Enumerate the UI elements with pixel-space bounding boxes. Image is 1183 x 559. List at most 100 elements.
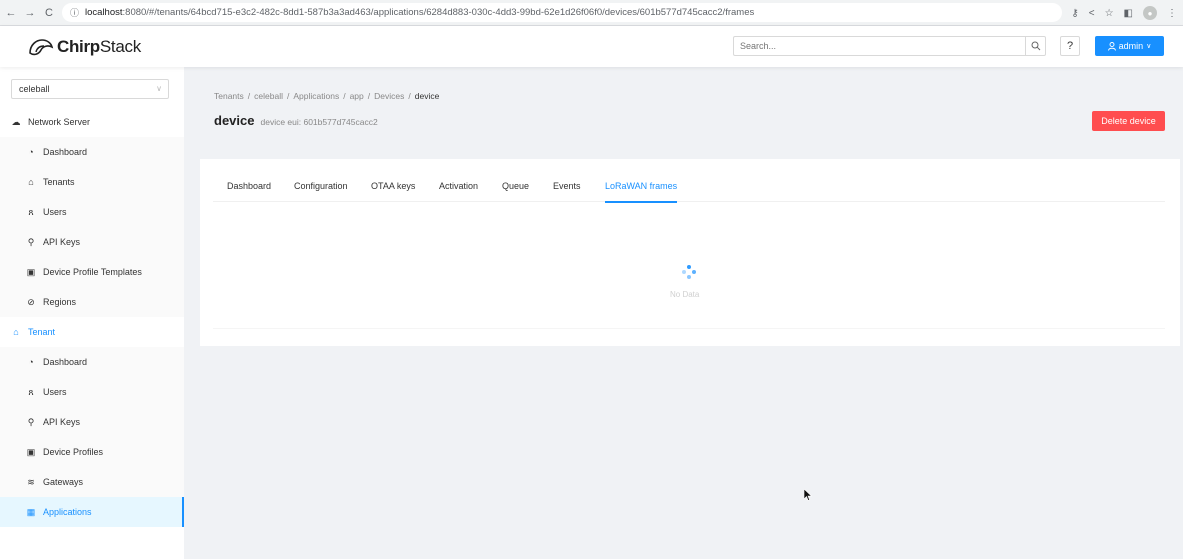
sidebar-item-ns-users[interactable]: ጸ Users (0, 197, 184, 227)
page-header: device device eui: 601b577d745cacc2 (214, 113, 378, 128)
back-icon[interactable]: ← (3, 5, 19, 21)
sidebar-item-applications[interactable]: ▦ Applications (0, 497, 184, 527)
page-subtitle: device eui: 601b577d745cacc2 (260, 117, 378, 127)
page-title: device (214, 113, 255, 128)
browser-actions: ⚷ < ☆ ◧ ● ⋮ (1071, 0, 1183, 26)
breadcrumb-device: device (414, 91, 440, 101)
delete-device-button[interactable]: Delete device (1092, 111, 1165, 131)
home-icon: ⌂ (28, 177, 34, 187)
site-info-icon[interactable]: ⓘ (70, 6, 79, 19)
breadcrumb-separator: / (286, 91, 290, 101)
search-input[interactable] (733, 36, 1025, 56)
home-icon: ⌂ (13, 327, 19, 337)
menu-icon[interactable]: ⋮ (1167, 8, 1177, 19)
divider (213, 328, 1165, 329)
device-tabs-card: Dashboard Configuration OTAA keys Activa… (200, 159, 1180, 346)
tab-otaa-keys[interactable]: OTAA keys (371, 181, 415, 202)
tenant-select-value: celeball (19, 84, 50, 94)
user-icon: ጸ (28, 206, 34, 217)
dashboard-icon: ◔ (28, 357, 34, 367)
breadcrumb-devices[interactable]: Devices (374, 91, 404, 101)
sidebar-item-label: API Keys (43, 417, 81, 427)
breadcrumb-separator: / (367, 91, 371, 101)
sidebar-section-label: Network Server (28, 117, 91, 127)
sidepanel-icon[interactable]: ◧ (1124, 8, 1133, 19)
breadcrumb-tenants[interactable]: Tenants (214, 91, 244, 101)
reload-icon[interactable]: C (41, 5, 57, 21)
chevron-down-icon: ∨ (1146, 43, 1152, 50)
sidebar-item-label: Users (43, 207, 67, 217)
search-button[interactable] (1025, 36, 1046, 56)
breadcrumb-applications[interactable]: Applications (293, 91, 339, 101)
sidebar-item-label: Applications (43, 507, 92, 517)
sidebar-section-label: Tenant (28, 327, 56, 337)
breadcrumb: Tenants / celeball / Applications / app / Device… (214, 91, 439, 101)
chevron-down-icon: ∨ (156, 84, 162, 93)
sidebar-item-tenant-users[interactable]: ጸ Users (0, 377, 184, 407)
tab-lorawan-frames[interactable]: LoRaWAN frames (605, 181, 678, 203)
user-icon (1107, 41, 1116, 51)
sidebar-item-ns-api-keys[interactable]: ⚲ API Keys (0, 227, 184, 257)
user-name: admin (1118, 41, 1144, 51)
sidebar-section-network-server[interactable]: ☁ Network Server (0, 107, 184, 137)
sidebar-item-device-profile-templates[interactable]: ▣ Device Profile Templates (0, 257, 184, 287)
sidebar-item-regions[interactable]: ⊘ Regions (0, 287, 184, 317)
app-header: ChirpStack ? admin ∨ (0, 26, 1183, 67)
tab-dashboard[interactable]: Dashboard (227, 181, 271, 202)
help-button[interactable]: ? (1060, 36, 1080, 56)
empty-state-text: No Data (670, 290, 700, 299)
sidebar-item-label: Dashboard (43, 357, 88, 367)
tenant-select[interactable]: celeball ∨ (11, 79, 169, 99)
tab-activation[interactable]: Activation (439, 181, 478, 202)
template-icon: ▣ (26, 266, 36, 277)
sidebar: celeball ∨ ☁ Network Server ◔ Dashboard … (0, 67, 184, 559)
compass-icon: ⊘ (27, 296, 35, 307)
breadcrumb-separator: / (408, 91, 411, 101)
search-icon (1031, 41, 1040, 51)
sidebar-item-label: Users (43, 387, 67, 397)
sidebar-item-label: Device Profile Templates (43, 267, 142, 277)
profile-icon[interactable]: ● (1143, 6, 1157, 20)
logo-text: ChirpStack (57, 37, 141, 56)
sidebar-item-label: Device Profiles (43, 447, 104, 457)
sidebar-item-label: Gateways (43, 477, 84, 487)
user-menu-button[interactable]: admin ∨ (1095, 36, 1164, 56)
sidebar-item-tenant-api-keys[interactable]: ⚲ API Keys (0, 407, 184, 437)
breadcrumb-tenant[interactable]: celeball (254, 91, 283, 101)
sidebar-item-label: Regions (43, 297, 77, 307)
sidebar-item-label: Tenants (43, 177, 75, 187)
mouse-cursor-icon (804, 489, 812, 501)
loading-spinner-icon (680, 264, 698, 282)
tab-queue[interactable]: Queue (502, 181, 529, 202)
star-icon[interactable]: ☆ (1105, 8, 1114, 19)
sidebar-item-tenants[interactable]: ⌂ Tenants (0, 167, 184, 197)
share-icon[interactable]: < (1089, 8, 1095, 19)
tab-bar: Dashboard Configuration OTAA keys Activa… (213, 181, 1165, 203)
sidebar-item-ns-dashboard[interactable]: ◔ Dashboard (0, 137, 184, 167)
breadcrumb-app[interactable]: app (350, 91, 364, 101)
logo-icon (29, 39, 54, 56)
key-icon: ⚲ (27, 236, 35, 247)
key-icon[interactable]: ⚷ (1071, 8, 1078, 19)
sidebar-item-gateways[interactable]: ≋ Gateways (0, 467, 184, 497)
tab-events[interactable]: Events (553, 181, 581, 202)
sidebar-section-tenant[interactable]: ⌂ Tenant (0, 317, 184, 347)
sidebar-item-label: API Keys (43, 237, 81, 247)
sidebar-item-device-profiles[interactable]: ▣ Device Profiles (0, 437, 184, 467)
breadcrumb-separator: / (343, 91, 346, 101)
url-text: localhost:8080/#/tenants/64bcd715-e3c2-4… (85, 7, 755, 18)
forward-icon[interactable]: → (22, 5, 38, 21)
template-icon: ▣ (26, 446, 36, 457)
appstore-icon: ▦ (26, 506, 36, 517)
user-icon: ጸ (28, 386, 34, 397)
breadcrumb-separator: / (247, 91, 251, 101)
address-bar[interactable]: ⓘ localhost:8080/#/tenants/64bcd715-e3c2… (62, 3, 1062, 22)
key-icon: ⚲ (27, 416, 35, 427)
search-box (733, 36, 1046, 56)
chirpstack-logo[interactable]: ChirpStack (28, 35, 141, 59)
tab-configuration[interactable]: Configuration (294, 181, 348, 202)
sidebar-item-tenant-dashboard[interactable]: ◔ Dashboard (0, 347, 184, 377)
browser-toolbar: ← → C ⓘ localhost:8080/#/tenants/64bcd71… (0, 0, 1183, 26)
sidebar-item-label: Dashboard (43, 147, 88, 157)
dashboard-icon: ◔ (28, 147, 34, 157)
